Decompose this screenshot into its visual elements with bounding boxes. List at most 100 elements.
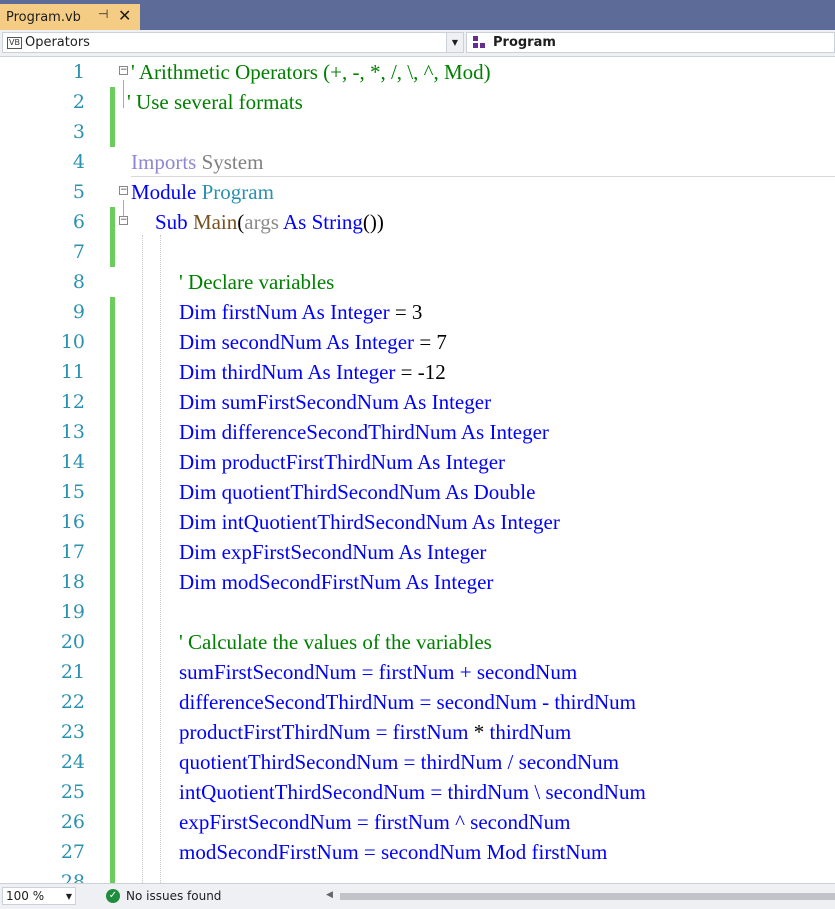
code-line[interactable]: 9 Dim firstNum As Integer = 3	[0, 297, 835, 327]
code-token: firstNum	[526, 840, 608, 864]
code-token: Dim expFirstSecondNum As Integer	[179, 540, 487, 564]
line-number: 24	[60, 751, 85, 773]
code-line[interactable]: 17 Dim expFirstSecondNum As Integer	[0, 537, 835, 567]
code-line[interactable]: 20 ' Calculate the values of the variable…	[0, 627, 835, 657]
code-text: Dim quotientThirdSecondNum As Double	[179, 477, 535, 507]
module-icon	[473, 35, 485, 48]
code-line[interactable]: 22 differenceSecondThirdNum = secondNum -…	[0, 687, 835, 717]
editor-status-bar: 100 % ▼ ✓ No issues found ◀	[0, 883, 835, 909]
line-number: 16	[60, 511, 85, 533]
code-token: quotientThirdSecondNum = thirdNum / seco…	[179, 750, 619, 774]
code-token: As Integer	[301, 300, 390, 324]
scrollbar-thumb[interactable]	[340, 893, 835, 900]
code-token: Program	[196, 180, 274, 204]
code-token: As	[278, 210, 307, 234]
code-line[interactable]: 12 Dim sumFirstSecondNum As Integer	[0, 387, 835, 417]
code-text: differenceSecondThirdNum = secondNum - t…	[179, 687, 636, 717]
scroll-left-icon[interactable]: ◀	[326, 890, 333, 900]
code-editor[interactable]: − − − 1 ' Arithmetic Operators (+, -, *, …	[0, 57, 835, 883]
line-number: 4	[72, 151, 85, 173]
code-token: Main	[187, 210, 238, 234]
code-token: ' Calculate the values of the variables	[179, 630, 492, 654]
zoom-dropdown[interactable]: 100 % ▼	[2, 887, 76, 905]
code-line[interactable]: 5 Module Program	[0, 177, 835, 207]
code-line[interactable]: 10 Dim secondNum As Integer = 7	[0, 327, 835, 357]
type-dropdown-value: Program	[493, 35, 556, 50]
code-text: ' Declare variables	[179, 267, 334, 297]
code-line[interactable]: 25 intQuotientThirdSecondNum = thirdNum \…	[0, 777, 835, 807]
code-line[interactable]: 2 ' Use several formats	[0, 87, 835, 117]
code-token: Dim	[179, 300, 217, 324]
check-circle-icon: ✓	[106, 889, 120, 903]
code-token: As Integer	[307, 360, 396, 384]
code-line[interactable]: 24 quotientThirdSecondNum = thirdNum / se…	[0, 747, 835, 777]
code-token: System	[196, 150, 264, 174]
code-line[interactable]: 14 Dim productFirstThirdNum As Integer	[0, 447, 835, 477]
code-line[interactable]: 23 productFirstThirdNum = firstNum * thir…	[0, 717, 835, 747]
code-token: thirdNum	[484, 720, 572, 744]
code-token: As Integer	[326, 330, 415, 354]
code-line[interactable]: 27 modSecondFirstNum = secondNum Mod firs…	[0, 837, 835, 867]
code-token: Module	[131, 180, 197, 204]
code-token: *	[473, 720, 485, 744]
code-line[interactable]: 16 Dim intQuotientThirdSecondNum As Integ…	[0, 507, 835, 537]
issues-indicator[interactable]: ✓ No issues found	[106, 887, 221, 905]
line-number: 6	[72, 211, 85, 233]
pin-icon[interactable]: ⊣	[98, 7, 108, 21]
code-line[interactable]: 1 ' Arithmetic Operators (+, -, *, /, \, …	[0, 57, 835, 87]
line-number: 7	[72, 241, 85, 263]
zoom-level: 100 %	[6, 889, 45, 903]
code-line[interactable]: 7	[0, 237, 835, 267]
code-token: Dim modSecondFirstNum As Integer	[179, 570, 494, 594]
code-line[interactable]: 11 Dim thirdNum As Integer = -12	[0, 357, 835, 387]
close-icon[interactable]: ✕	[118, 6, 131, 25]
code-line[interactable]: 26 expFirstSecondNum = firstNum ^ secondN…	[0, 807, 835, 837]
chevron-down-icon[interactable]: ▼	[446, 33, 463, 52]
line-number: 17	[60, 541, 85, 563]
code-line[interactable]: 13 Dim differenceSecondThirdNum As Intege…	[0, 417, 835, 447]
code-token: thirdNum	[216, 360, 308, 384]
line-number: 15	[60, 481, 85, 503]
code-token: ' Declare variables	[179, 270, 335, 294]
code-text: Dim thirdNum As Integer = -12	[179, 357, 446, 387]
code-token: Dim intQuotientThirdSecondNum As Integer	[179, 510, 560, 534]
code-token: args	[244, 210, 279, 234]
code-text: intQuotientThirdSecondNum = thirdNum \ s…	[179, 777, 646, 807]
line-number: 14	[60, 451, 85, 473]
code-text: Dim productFirstThirdNum As Integer	[179, 447, 505, 477]
line-number: 18	[60, 571, 85, 593]
code-text: sumFirstSecondNum = firstNum + secondNum	[179, 657, 577, 687]
type-dropdown[interactable]: Program	[466, 32, 835, 53]
code-token: expFirstSecondNum = firstNum ^ secondNum	[179, 810, 571, 834]
line-number: 19	[60, 601, 85, 623]
code-text: Sub Main(args As String())	[155, 207, 384, 237]
project-dropdown[interactable]: VB Operators ▼	[2, 32, 464, 53]
tab-program-vb[interactable]: Program.vb ⊣ ✕	[0, 4, 140, 30]
code-line[interactable]: 8 ' Declare variables	[0, 267, 835, 297]
line-number: 11	[60, 361, 85, 383]
horizontal-scrollbar[interactable]: ◀	[326, 890, 835, 902]
code-line[interactable]: 28	[0, 867, 835, 883]
code-token: Dim quotientThirdSecondNum As Double	[179, 480, 536, 504]
code-token: = 7	[414, 330, 447, 354]
code-text: Dim intQuotientThirdSecondNum As Integer	[179, 507, 560, 537]
line-number: 2	[72, 91, 85, 113]
code-token: Sub	[155, 210, 188, 234]
line-number: 1	[72, 61, 85, 83]
code-token: ' Arithmetic Operators (+, -, *, /, \, ^…	[131, 60, 491, 84]
code-line[interactable]: 6 Sub Main(args As String())	[0, 207, 835, 237]
code-line[interactable]: 19	[0, 597, 835, 627]
line-number: 12	[60, 391, 85, 413]
code-line[interactable]: 4 Imports System	[0, 147, 835, 177]
code-token: Imports	[131, 150, 197, 174]
line-number: 22	[60, 691, 85, 713]
code-line[interactable]: 15 Dim quotientThirdSecondNum As Double	[0, 477, 835, 507]
code-line[interactable]: 18 Dim modSecondFirstNum As Integer	[0, 567, 835, 597]
line-number: 23	[60, 721, 85, 743]
code-text: Dim differenceSecondThirdNum As Integer	[179, 417, 549, 447]
code-token: productFirstThirdNum = firstNum	[179, 720, 474, 744]
vb-project-icon: VB	[7, 36, 22, 49]
code-line[interactable]: 21 sumFirstSecondNum = firstNum + secondN…	[0, 657, 835, 687]
code-line[interactable]: 3	[0, 117, 835, 147]
code-token: = 3	[389, 300, 423, 324]
